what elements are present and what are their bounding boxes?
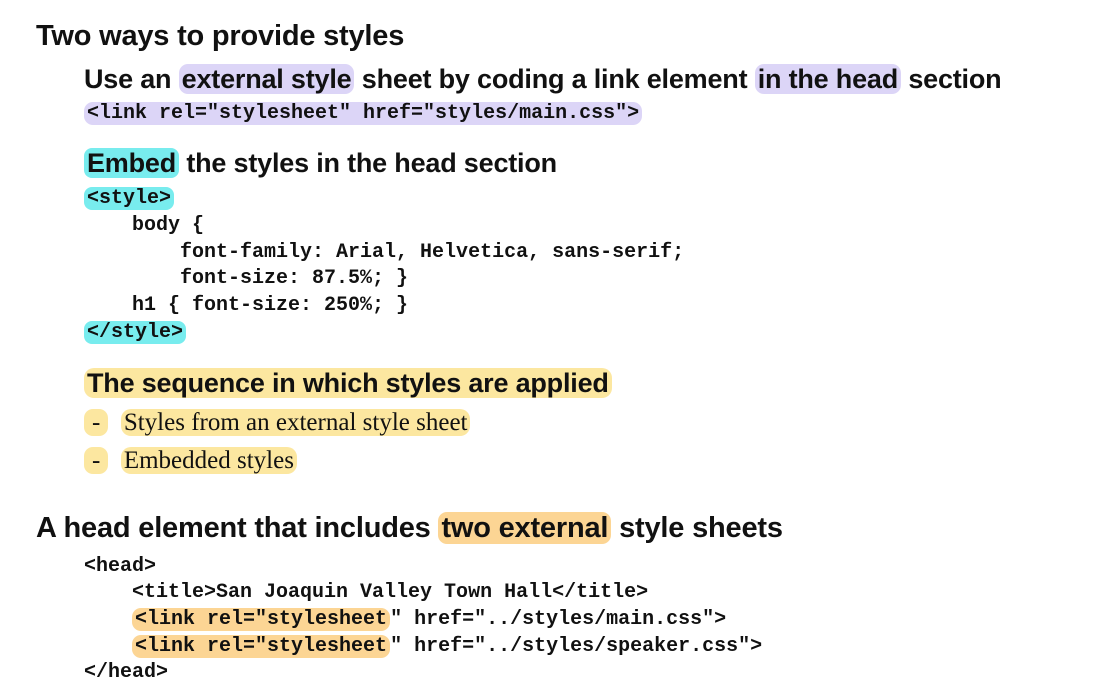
embed-line: Embed the styles in the head section xyxy=(84,146,557,180)
embed-highlight: Embed xyxy=(84,148,180,178)
head-heading-post: style sheets xyxy=(611,512,783,544)
link-main-line: <link rel="stylesheet " href="../styles/m… xyxy=(84,607,726,633)
style-open-tag: <style> xyxy=(84,187,175,210)
sequence-heading-line: The sequence in which styles are applied xyxy=(84,366,612,400)
head-open-line: <head> xyxy=(84,555,157,578)
sequence-heading: The sequence in which styles are applied xyxy=(84,368,612,398)
two-external-highlight: two external xyxy=(438,512,612,544)
external-mid: sheet by coding a link element xyxy=(354,64,755,94)
style-open-tag-line: <style> xyxy=(84,186,175,212)
link-speaker-line: <link rel="stylesheet " href="../styles/s… xyxy=(84,634,762,660)
link-code: <link rel="stylesheet" href="styles/main… xyxy=(84,102,643,125)
section-heading-head-element: A head element that includes two externa… xyxy=(36,510,783,546)
style-close-tag: </style> xyxy=(84,321,187,344)
external-style-line: Use an external style sheet by coding a … xyxy=(84,62,1002,96)
style-close-tag-line: </style> xyxy=(84,320,187,346)
external-pre: Use an xyxy=(84,64,179,94)
sequence-item-text: Embedded styles xyxy=(120,447,297,474)
code-body-line: body { xyxy=(84,214,205,237)
in-the-head-highlight: in the head xyxy=(754,64,902,94)
link-rel-highlight: <link rel="stylesheet xyxy=(132,635,391,658)
link-code-line: <link rel="stylesheet" href="styles/main… xyxy=(84,101,643,127)
sequence-item-1: - Styles from an external style sheet xyxy=(84,407,471,439)
link-rel-highlight: <link rel="stylesheet xyxy=(132,608,391,631)
sequence-item-text: Styles from an external style sheet xyxy=(120,409,471,436)
embed-rest: the styles in the head section xyxy=(179,148,557,178)
head-heading-pre: A head element that includes xyxy=(36,512,439,544)
link-href: " href="../styles/speaker.css"> xyxy=(390,635,763,658)
slide: Two ways to provide styles Use an extern… xyxy=(0,0,1107,697)
link-href: " href="../styles/main.css"> xyxy=(390,608,727,631)
title-line: <title>San Joaquin Valley Town Hall</tit… xyxy=(84,581,649,604)
bullet-marker: - xyxy=(84,447,109,474)
section-heading-ways: Two ways to provide styles xyxy=(36,20,405,52)
code-font-size-line: font-size: 87.5%; } xyxy=(84,267,409,290)
external-style-highlight: external style xyxy=(178,64,355,94)
sequence-item-2: - Embedded styles xyxy=(84,445,297,477)
external-post: section xyxy=(901,64,1002,94)
code-h1-line: h1 { font-size: 250%; } xyxy=(84,294,409,317)
head-close-line: </head> xyxy=(84,661,169,684)
code-font-family-line: font-family: Arial, Helvetica, sans-seri… xyxy=(84,241,685,264)
bullet-marker: - xyxy=(84,409,109,436)
